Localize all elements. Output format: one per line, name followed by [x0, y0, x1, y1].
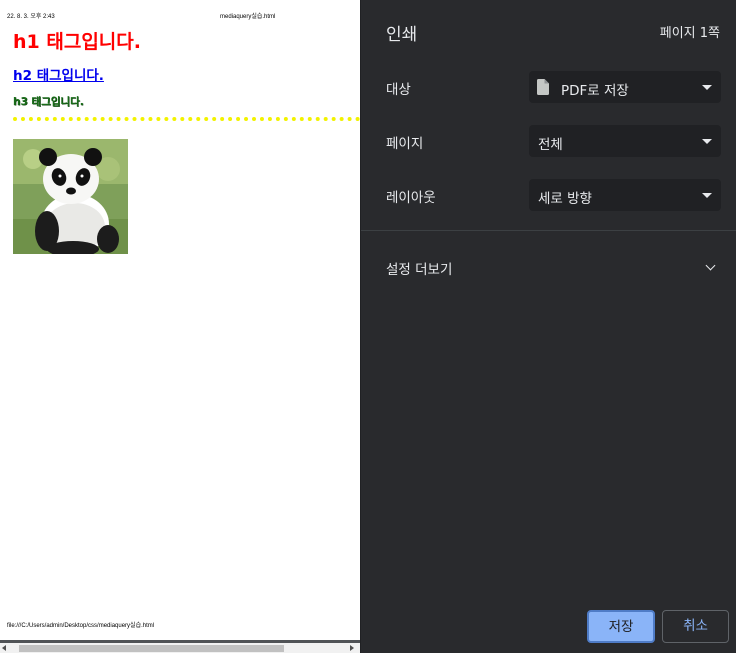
- scrollbar-thumb[interactable]: [19, 645, 284, 652]
- layout-select[interactable]: 세로 방향: [529, 179, 721, 211]
- print-preview: 22. 8. 3. 오후 2:43 mediaquery실습.html h1 태…: [0, 0, 360, 640]
- page-count-label: 페이지 1쪽: [659, 26, 720, 41]
- file-icon: [537, 79, 549, 95]
- print-settings-panel: 인쇄 페이지 1쪽 대상 PDF로 저장 페이지 전체 레이아웃 세로 방향 설…: [361, 0, 736, 653]
- preview-header-date: 22. 8. 3. 오후 2:43: [7, 14, 55, 20]
- preview-horizontal-scrollbar[interactable]: [0, 640, 360, 653]
- destination-value: PDF로 저장: [561, 83, 629, 99]
- chevron-down-icon: [702, 139, 712, 144]
- destination-label: 대상: [386, 82, 411, 98]
- preview-h2-heading: h2 태그입니다.: [13, 68, 104, 84]
- pages-select[interactable]: 전체: [529, 125, 721, 157]
- layout-label: 레이아웃: [386, 190, 436, 206]
- scroll-right-arrow-icon[interactable]: [350, 645, 354, 651]
- expand-chevron-icon: [705, 260, 716, 271]
- more-settings-label: 설정 더보기: [386, 262, 453, 278]
- preview-h1-heading: h1 태그입니다.: [13, 31, 141, 53]
- preview-dotted-divider: [13, 117, 360, 121]
- more-settings-toggle[interactable]: 설정 더보기: [361, 250, 736, 284]
- preview-footer-url: file:///C:/Users/admin/Desktop/css/media…: [7, 623, 155, 629]
- preview-h3-heading: h3 태그입니다.: [13, 96, 84, 108]
- preview-header-title: mediaquery실습.html: [220, 14, 276, 20]
- chevron-down-icon: [702, 85, 712, 90]
- scroll-left-arrow-icon[interactable]: [2, 645, 6, 651]
- print-dialog-title: 인쇄: [386, 25, 418, 45]
- scrollbar-top-border: [0, 640, 360, 643]
- pages-label: 페이지: [386, 136, 424, 152]
- chevron-down-icon: [702, 193, 712, 198]
- panda-photo: [13, 139, 128, 254]
- destination-select[interactable]: PDF로 저장: [529, 71, 721, 103]
- cancel-button[interactable]: 취소: [662, 610, 729, 643]
- save-button[interactable]: 저장: [587, 610, 655, 643]
- layout-value: 세로 방향: [538, 191, 592, 207]
- panel-divider: [361, 230, 736, 231]
- pages-value: 전체: [538, 137, 563, 153]
